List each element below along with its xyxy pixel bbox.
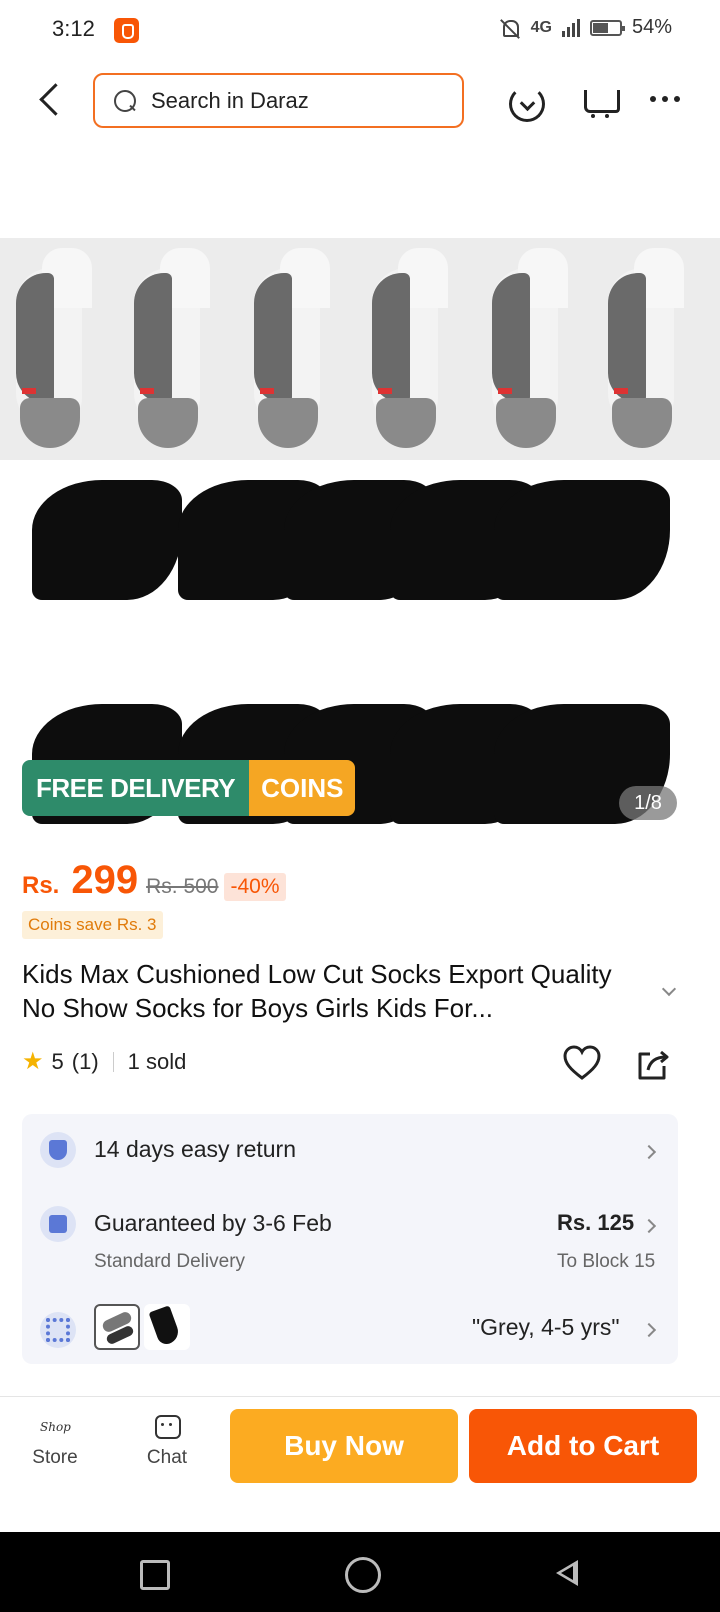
sock-image	[130, 248, 214, 453]
price-currency: Rs.	[22, 872, 60, 899]
chevron-down-icon[interactable]	[660, 984, 676, 1000]
search-input[interactable]: Search in Daraz	[93, 73, 464, 128]
sock-image	[250, 248, 334, 453]
variant-thumb-grey[interactable]	[94, 1304, 140, 1350]
store-label: Store	[32, 1447, 78, 1468]
shield-check-icon	[40, 1132, 76, 1168]
variant-thumb-black[interactable]	[144, 1304, 190, 1350]
signal-icon	[561, 18, 580, 37]
system-back-icon[interactable]	[548, 1554, 584, 1590]
discount-badge: -40%	[224, 873, 286, 901]
delivery-box-icon	[40, 1206, 76, 1242]
status-indicators: 4G 54%	[499, 16, 672, 39]
buy-now-button[interactable]: Buy Now	[230, 1409, 458, 1483]
chevron-right-icon[interactable]	[644, 1146, 656, 1158]
coins-badge: COINS	[249, 760, 356, 816]
return-policy[interactable]: 14 days easy return	[94, 1136, 296, 1163]
delivery-fee: Rs. 125	[557, 1210, 635, 1235]
rating-count: (1)	[71, 1048, 99, 1074]
system-navigation-bar	[0, 1532, 720, 1612]
variants-grid-icon	[40, 1312, 76, 1348]
search-placeholder: Search in Daraz	[151, 87, 309, 113]
image-counter: 1/8	[619, 786, 677, 820]
free-delivery-badge: FREE DELIVERY	[22, 760, 250, 816]
cart-icon[interactable]	[578, 80, 622, 124]
more-options-icon[interactable]	[650, 93, 686, 105]
search-icon	[113, 89, 137, 113]
add-to-cart-button[interactable]: Add to Cart	[469, 1409, 697, 1483]
battery-level: 54%	[631, 16, 672, 38]
price-row: Rs. 299 Rs. 500 -40%	[22, 858, 286, 903]
daraz-notification-icon	[114, 18, 139, 43]
star-icon: ★	[22, 1048, 44, 1075]
chat-button[interactable]: Chat	[122, 1413, 212, 1469]
heart-icon[interactable]	[562, 1044, 602, 1084]
network-type: 4G	[530, 18, 552, 36]
original-price: Rs. 500	[146, 875, 219, 898]
recent-apps-icon[interactable]	[134, 1554, 170, 1590]
store-button[interactable]: Shop Store	[10, 1413, 100, 1469]
divider	[112, 1051, 114, 1072]
chat-icon	[153, 1413, 181, 1441]
price-value: 299	[71, 858, 139, 902]
sock-image	[12, 248, 96, 453]
chat-label: Chat	[146, 1447, 188, 1468]
store-logo-icon: Shop	[40, 1420, 71, 1434]
delivery-location: To Block 15	[557, 1251, 656, 1272]
white-socks-row	[0, 238, 720, 460]
rating-row[interactable]: ★ 5 (1) 1 sold	[22, 1047, 186, 1076]
rating-value: 5	[51, 1048, 64, 1074]
status-time: 3:12	[52, 16, 95, 41]
coins-save-badge: Coins save Rs. 3	[22, 911, 163, 939]
sock-image	[32, 470, 182, 610]
chevron-right-icon[interactable]	[644, 1220, 656, 1232]
sold-count: 1 sold	[127, 1048, 187, 1074]
status-bar: 3:12 4G 54%	[0, 0, 720, 62]
history-icon[interactable]	[503, 80, 547, 124]
delivery-guarantee[interactable]: Guaranteed by 3-6 Feb	[94, 1210, 332, 1237]
battery-icon	[589, 19, 625, 36]
sock-image	[494, 470, 670, 610]
sock-image	[488, 248, 572, 453]
selected-variant[interactable]: "Grey, 4-5 yrs"	[472, 1314, 620, 1341]
share-icon[interactable]	[634, 1044, 674, 1084]
delivery-type: Standard Delivery	[94, 1251, 246, 1272]
promo-badges: FREE DELIVERY COINS	[22, 760, 356, 816]
bell-off-icon	[499, 17, 521, 39]
sock-image	[604, 248, 688, 453]
product-title: Kids Max Cushioned Low Cut Socks Export …	[22, 959, 612, 1023]
service-info-card: 14 days easy return Guaranteed by 3-6 Fe…	[22, 1114, 678, 1364]
home-icon[interactable]	[342, 1554, 381, 1593]
bottom-action-bar: Shop Store Chat Buy Now Add to Cart	[0, 1396, 720, 1492]
chevron-right-icon[interactable]	[644, 1324, 656, 1336]
back-arrow-icon[interactable]	[30, 78, 70, 124]
sock-image	[368, 248, 452, 453]
